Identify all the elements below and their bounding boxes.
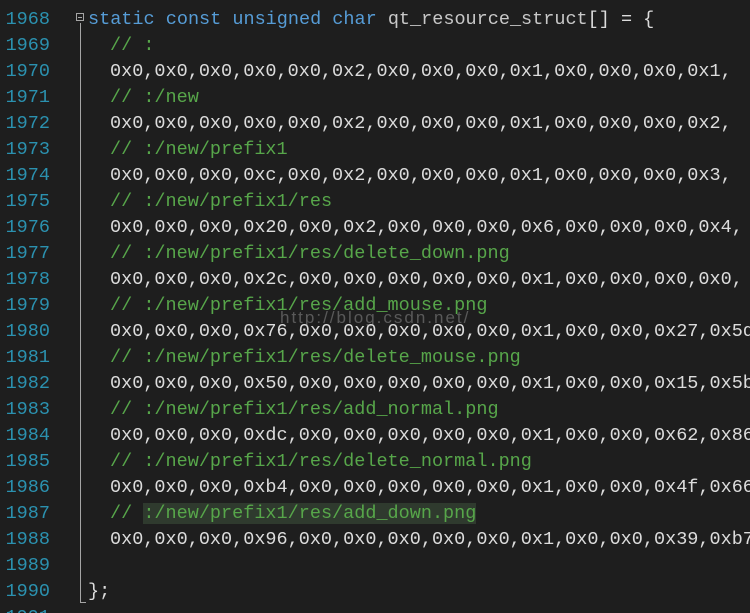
keyword: const <box>165 9 222 30</box>
line-number: 1967 <box>4 0 50 7</box>
fold-guide <box>80 23 81 603</box>
comment-prefix: // <box>110 139 144 160</box>
comment-prefix: // <box>110 347 144 368</box>
line-number: 1981 <box>5 347 50 368</box>
comment-prefix: // <box>110 191 144 212</box>
code-editor[interactable]: 1967 1968 1969 1970 1971 1972 1973 1974 … <box>0 0 750 613</box>
comment-text: : <box>143 35 155 56</box>
comment-text: :/new/prefix1/res/add_normal.png <box>143 399 499 420</box>
line-number: 1974 <box>5 165 50 186</box>
code-comment: // : <box>110 33 154 59</box>
comment-prefix: // <box>110 451 144 472</box>
code-data-line: 0x0,0x0,0x0,0x20,0x0,0x2,0x0,0x0,0x0,0x6… <box>110 217 743 238</box>
line-number: 1969 <box>5 35 50 56</box>
line-number-gutter: 1967 1968 1969 1970 1971 1972 1973 1974 … <box>0 0 70 613</box>
collapse-icon[interactable] <box>76 13 84 21</box>
line-number: 1972 <box>5 113 50 134</box>
keyword: char <box>332 9 377 30</box>
line-number: 1982 <box>5 373 50 394</box>
code-comment: // :/new/prefix1/res <box>110 189 332 215</box>
comment-text: :/new/prefix1/res <box>143 191 333 212</box>
keyword: unsigned <box>232 9 322 30</box>
code-comment: // :/new/prefix1/res/delete_down.png <box>110 241 510 267</box>
code-data-line: 0x0,0x0,0x0,0xc,0x0,0x2,0x0,0x0,0x0,0x1,… <box>110 165 732 186</box>
line-number: 1975 <box>5 191 50 212</box>
code-line-closing: }; <box>88 581 111 602</box>
line-number: 1968 <box>5 9 50 30</box>
line-number: 1984 <box>5 425 50 446</box>
code-comment: // :/new/prefix1 <box>110 137 288 163</box>
code-comment: // :/new <box>110 85 199 111</box>
code-data-line: 0x0,0x0,0x0,0x96,0x0,0x0,0x0,0x0,0x0,0x1… <box>110 529 750 550</box>
code-data-line: 0x0,0x0,0x0,0x0,0x0,0x2,0x0,0x0,0x0,0x1,… <box>110 61 732 82</box>
line-number: 1977 <box>5 243 50 264</box>
line-number: 1980 <box>5 321 50 342</box>
identifier: qt_resource_struct <box>387 9 588 30</box>
comment-text: :/new/prefix1/res/delete_mouse.png <box>143 347 521 368</box>
code-comment: // :/new/prefix1/res/add_down.png <box>110 501 477 527</box>
comment-text-highlighted: :/new/prefix1/res/add_down.png <box>143 503 477 524</box>
line-number: 1988 <box>5 529 50 550</box>
line-number: 1978 <box>5 269 50 290</box>
comment-text: :/new <box>143 87 199 108</box>
comment-text: :/new/prefix1 <box>143 139 288 160</box>
line-number: 1970 <box>5 61 50 82</box>
fold-guide-end <box>80 602 86 603</box>
comment-text: :/new/prefix1/res/delete_down.png <box>143 243 510 264</box>
code-data-line: 0x0,0x0,0x0,0x2c,0x0,0x0,0x0,0x0,0x0,0x1… <box>110 269 743 290</box>
line-number: 1976 <box>5 217 50 238</box>
comment-prefix: // <box>110 35 144 56</box>
code-comment: // :/new/prefix1/res/delete_mouse.png <box>110 345 521 371</box>
line-number: 1983 <box>5 399 50 420</box>
comment-prefix: // <box>110 503 144 524</box>
comment-prefix: // <box>110 399 144 420</box>
keyword: static <box>88 9 155 30</box>
code-line-declaration: static const unsigned char qt_resource_s… <box>88 7 654 33</box>
punctuation: [] = { <box>587 9 655 30</box>
code-data-line: 0x0,0x0,0x0,0x50,0x0,0x0,0x0,0x0,0x0,0x1… <box>110 373 750 394</box>
line-number: 1985 <box>5 451 50 472</box>
comment-prefix: // <box>110 243 144 264</box>
line-number: 1986 <box>5 477 50 498</box>
line-number: 1989 <box>5 555 50 576</box>
line-number: 1973 <box>5 139 50 160</box>
comment-text: :/new/prefix1/res/delete_normal.png <box>143 451 532 472</box>
watermark: http://blog.csdn.net/ <box>280 308 471 327</box>
line-number: 1979 <box>5 295 50 316</box>
line-number: 1990 <box>5 581 50 602</box>
comment-prefix: // <box>110 295 144 316</box>
line-number: 1971 <box>5 87 50 108</box>
line-number: 1991 <box>4 605 50 613</box>
code-comment: // :/new/prefix1/res/add_normal.png <box>110 397 499 423</box>
code-data-line: 0x0,0x0,0x0,0x0,0x0,0x2,0x0,0x0,0x0,0x1,… <box>110 113 732 134</box>
code-data-line: 0x0,0x0,0x0,0xdc,0x0,0x0,0x0,0x0,0x0,0x1… <box>110 425 750 446</box>
line-number: 1987 <box>5 503 50 524</box>
comment-prefix: // <box>110 87 144 108</box>
code-comment: // :/new/prefix1/res/delete_normal.png <box>110 449 532 475</box>
code-data-line: 0x0,0x0,0x0,0xb4,0x0,0x0,0x0,0x0,0x0,0x1… <box>110 477 750 498</box>
